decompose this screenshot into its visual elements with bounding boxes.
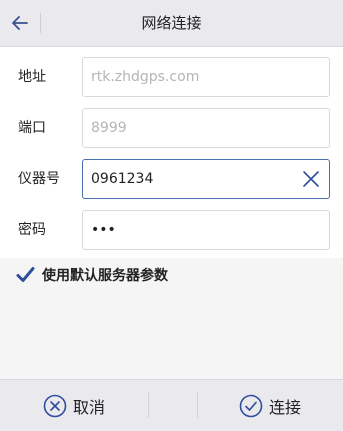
footer-bar: 取消 连接	[0, 379, 343, 431]
checkmark-icon[interactable]	[14, 264, 36, 286]
port-row: 端口 8999	[0, 108, 343, 148]
device-id-label: 仪器号	[18, 171, 60, 187]
cancel-button[interactable]: 取消	[0, 380, 148, 431]
port-label: 端口	[18, 120, 46, 136]
address-label: 地址	[18, 69, 46, 85]
default-server-label: 使用默认服务器参数	[42, 268, 168, 284]
close-icon	[303, 171, 319, 187]
device-id-input[interactable]: 0961234	[82, 159, 330, 199]
clear-button[interactable]	[299, 167, 323, 191]
connection-form: 地址 rtk.zhdgps.com 端口 8999 仪器号 0961234 密码…	[0, 47, 343, 258]
device-id-row: 仪器号 0961234	[0, 159, 343, 199]
page-title: 网络连接	[141, 14, 202, 32]
port-input[interactable]: 8999	[82, 108, 330, 148]
password-value: •••	[91, 222, 116, 238]
address-input[interactable]: rtk.zhdgps.com	[82, 57, 330, 97]
port-placeholder: 8999	[91, 120, 127, 136]
password-label: 密码	[18, 222, 46, 238]
connect-button[interactable]: 连接	[197, 380, 343, 431]
connect-label: 连接	[268, 397, 301, 417]
settings-area: 使用默认服务器参数	[0, 258, 343, 378]
arrow-left-icon	[12, 16, 28, 30]
circle-check-icon	[239, 394, 263, 417]
footer-divider	[148, 392, 149, 418]
password-row: 密码 •••	[0, 210, 343, 250]
header-bar: 网络连接	[0, 0, 343, 47]
default-server-checkbox-row[interactable]: 使用默认服务器参数	[14, 262, 168, 288]
cancel-label: 取消	[72, 397, 105, 417]
device-id-value: 0961234	[91, 171, 154, 187]
password-input[interactable]: •••	[82, 210, 330, 250]
address-placeholder: rtk.zhdgps.com	[91, 69, 200, 85]
address-row: 地址 rtk.zhdgps.com	[0, 57, 343, 97]
back-button[interactable]	[0, 0, 40, 46]
header-divider	[40, 13, 41, 33]
circle-x-icon	[43, 394, 67, 417]
